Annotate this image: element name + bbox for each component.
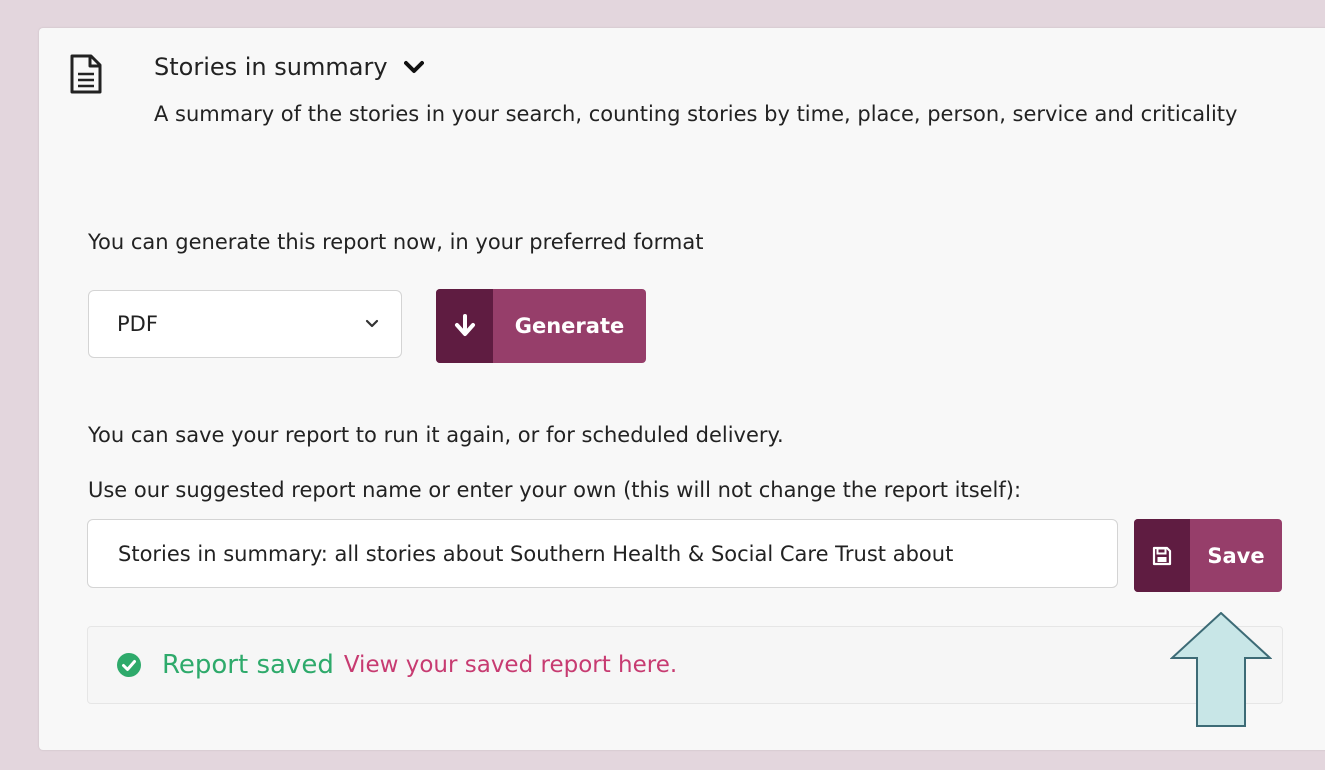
saved-status-text: Report saved xyxy=(162,650,334,680)
view-saved-report-link[interactable]: View your saved report here. xyxy=(344,652,677,678)
check-circle-icon xyxy=(117,653,141,677)
report-description: A summary of the stories in your search,… xyxy=(154,102,1238,126)
report-title: Stories in summary xyxy=(154,53,388,81)
format-select-value: PDF xyxy=(117,312,158,336)
report-header: Stories in summary xyxy=(154,53,424,81)
name-prompt: Use our suggested report name or enter y… xyxy=(88,478,1022,502)
floppy-disk-icon xyxy=(1134,519,1190,592)
report-name-input[interactable] xyxy=(87,519,1118,588)
save-intro: You can save your report to run it again… xyxy=(88,423,784,447)
save-button[interactable]: Save xyxy=(1134,519,1282,592)
select-chevron-icon xyxy=(365,319,379,328)
arrow-down-icon xyxy=(436,289,493,363)
generate-button[interactable]: Generate xyxy=(436,289,646,363)
generate-intro: You can generate this report now, in you… xyxy=(88,230,704,254)
save-button-label: Save xyxy=(1207,543,1265,568)
format-select[interactable]: PDF xyxy=(88,290,402,358)
arrow-up-annotation-icon xyxy=(1170,612,1272,727)
save-status-box: Report saved View your saved report here… xyxy=(87,626,1283,704)
document-icon xyxy=(70,54,102,94)
chevron-down-icon[interactable] xyxy=(403,60,424,74)
generate-button-label: Generate xyxy=(514,314,625,338)
report-card: Stories in summary A summary of the stor… xyxy=(39,28,1325,750)
